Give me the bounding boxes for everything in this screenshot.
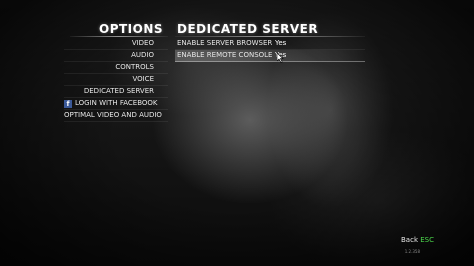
menu-item-label: DEDICATED SERVER <box>83 87 154 95</box>
setting-label: ENABLE SERVER BROWSER <box>177 39 273 47</box>
panel-title-divider <box>175 36 365 37</box>
menu-item-label: VOICE <box>132 75 154 83</box>
menu-item-label: OPTIMAL VIDEO AND AUDIO <box>64 111 162 119</box>
options-menu: VIDEO AUDIO CONTROLS VOICE DEDICATED SER… <box>64 38 168 122</box>
menu-item-dedicated-server[interactable]: DEDICATED SERVER <box>64 86 168 98</box>
mouse-cursor-icon <box>277 53 284 63</box>
setting-enable-server-browser[interactable]: ENABLE SERVER BROWSER Yes <box>175 38 365 50</box>
menu-item-label: VIDEO <box>131 39 154 47</box>
menu-item-audio[interactable]: AUDIO <box>64 50 168 62</box>
menu-item-video[interactable]: VIDEO <box>64 38 168 50</box>
options-title: OPTIONS <box>99 22 164 36</box>
menu-item-label: LOGIN WITH FACEBOOK <box>75 99 158 107</box>
menu-item-voice[interactable]: VOICE <box>64 74 168 86</box>
menu-item-controls[interactable]: CONTROLS <box>64 62 168 74</box>
menu-item-optimal-video-and-audio[interactable]: OPTIMAL VIDEO AND AUDIO <box>64 110 168 122</box>
setting-value[interactable]: Yes <box>275 38 286 49</box>
setting-enable-remote-console[interactable]: ENABLE REMOTE CONSOLE Yes <box>175 50 365 62</box>
menu-item-login-with-facebook[interactable]: f LOGIN WITH FACEBOOK <box>64 98 168 110</box>
back-key-hint: ESC <box>420 236 434 244</box>
settings-list: ENABLE SERVER BROWSER Yes ENABLE REMOTE … <box>175 38 365 62</box>
setting-label: ENABLE REMOTE CONSOLE <box>177 51 273 59</box>
back-label: Back <box>401 236 418 244</box>
options-title-divider <box>70 36 168 37</box>
back-button[interactable]: Back ESC <box>401 236 434 244</box>
version-label: 1.2.358 <box>404 249 420 254</box>
panel-title: DEDICATED SERVER <box>177 22 319 36</box>
facebook-icon: f <box>64 100 72 108</box>
menu-item-label: CONTROLS <box>115 63 154 71</box>
menu-item-label: AUDIO <box>131 51 154 59</box>
